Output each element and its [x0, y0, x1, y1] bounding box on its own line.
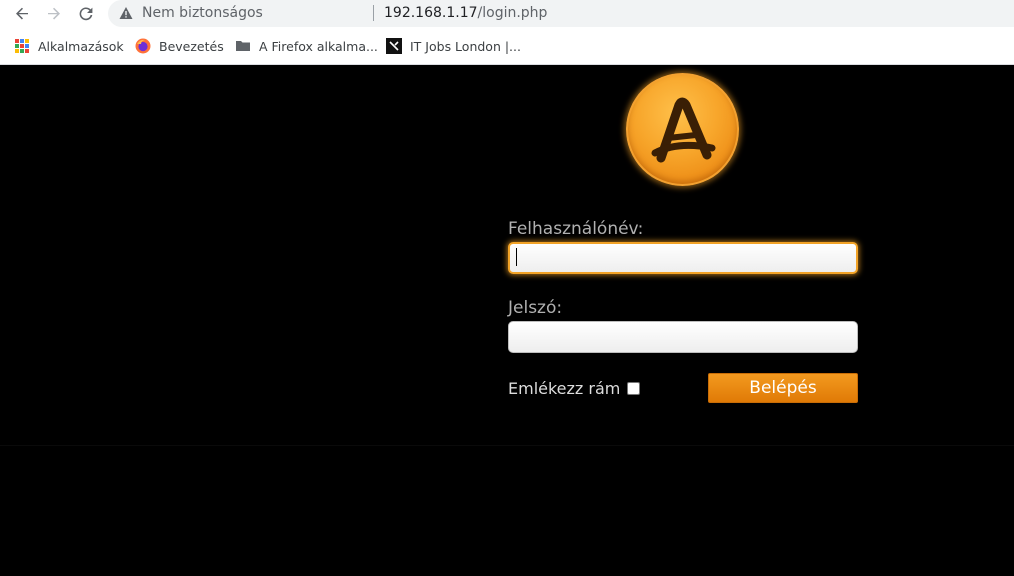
warning-icon[interactable] [119, 6, 133, 20]
bookmark-it-jobs[interactable]: IT Jobs London |... [386, 37, 521, 55]
forward-button[interactable] [43, 3, 65, 25]
back-icon [16, 7, 28, 20]
password-input[interactable] [508, 321, 858, 353]
apps-grid-icon [15, 39, 29, 53]
username-input[interactable] [508, 242, 858, 274]
browser-toolbar: Nem biztonságos 192.168.1.17/login.php [0, 0, 1014, 27]
username-label: Felhasználónév: [508, 219, 644, 239]
site-favicon-icon [386, 38, 402, 54]
forward-icon [48, 7, 60, 20]
remember-me-checkbox[interactable] [627, 382, 640, 395]
bookmark-label: IT Jobs London |... [410, 38, 521, 54]
reload-icon [79, 7, 93, 21]
text-caret [516, 248, 517, 266]
logo-letter-a-icon [651, 97, 716, 163]
remember-me-label: Emlékezz rám [508, 379, 621, 398]
app-logo [626, 73, 739, 186]
bookmark-label: Alkalmazások [38, 38, 124, 54]
url-host: 192.168.1.17 [384, 5, 478, 21]
password-label: Jelszó: [508, 298, 563, 318]
login-button[interactable]: Belépés [708, 373, 858, 403]
page-content: Felhasználónév: Jelszó: Emlékezz rám Bel… [0, 65, 1014, 576]
bookmark-firefox-folder[interactable]: A Firefox alkalma... [235, 37, 378, 55]
bookmark-bevezetes[interactable]: Bevezetés [135, 37, 224, 55]
reload-button[interactable] [75, 3, 97, 25]
security-status-text[interactable]: Nem biztonságos [142, 5, 263, 21]
url-path: /login.php [477, 5, 548, 21]
page-divider [0, 445, 1014, 446]
back-button[interactable] [11, 3, 33, 25]
bookmark-label: Bevezetés [159, 38, 224, 54]
url-text[interactable]: 192.168.1.17/login.php [384, 5, 547, 21]
bookmarks-bar: Alkalmazások Bevezetés A Firefox alkalma… [0, 27, 1014, 65]
address-bar[interactable]: Nem biztonságos 192.168.1.17/login.php [108, 0, 1014, 27]
bookmark-label: A Firefox alkalma... [259, 38, 378, 54]
bookmark-apps[interactable]: Alkalmazások [14, 37, 124, 55]
omnibox-separator [373, 5, 374, 21]
firefox-icon [135, 38, 151, 54]
folder-icon [236, 41, 250, 51]
